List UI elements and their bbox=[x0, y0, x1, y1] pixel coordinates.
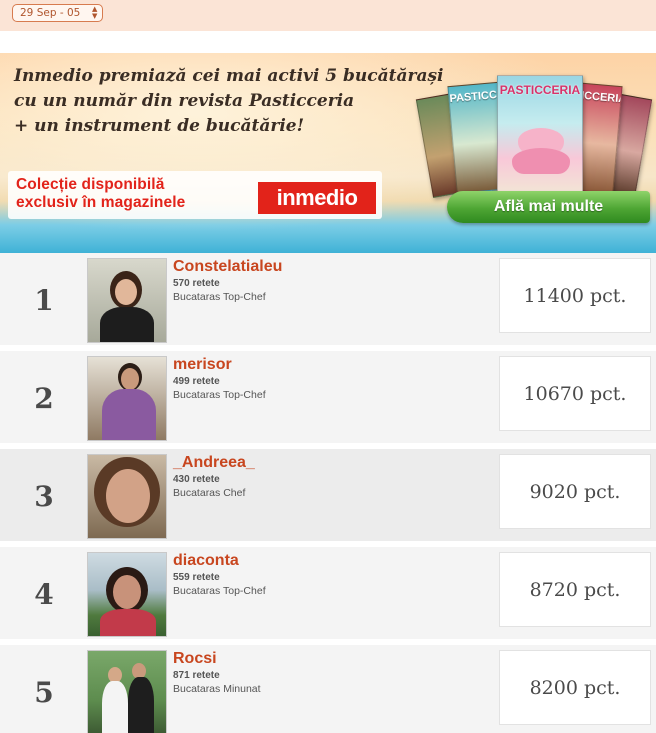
avatar[interactable] bbox=[87, 552, 167, 637]
rank-number: 5 bbox=[34, 676, 54, 709]
banner-headline-line: cu un număr din revista Pasticceria bbox=[14, 91, 355, 111]
username-link[interactable]: diaconta bbox=[173, 552, 239, 570]
avatar[interactable] bbox=[87, 258, 167, 343]
promo-banner[interactable]: Inmedio premiază cei mai activi 5 bucătă… bbox=[0, 53, 656, 253]
rank-number: 4 bbox=[34, 578, 54, 611]
select-arrows-icon: ▲ ▼ bbox=[91, 5, 98, 20]
learn-more-label: Află mai multe bbox=[493, 198, 604, 215]
ranking-row: 2 merisor 499 retete Bucataras Top-Chef … bbox=[0, 351, 656, 443]
rank-number: 2 bbox=[34, 382, 54, 415]
avatar[interactable] bbox=[87, 356, 167, 441]
ranking-row: 3 _Andreea_ 430 retete Bucataras Chef 90… bbox=[0, 449, 656, 541]
ranking-row: 4 diaconta 559 retete Bucataras Top-Chef… bbox=[0, 547, 656, 639]
learn-more-button[interactable]: Află mai multe bbox=[447, 191, 650, 223]
score-box: 10670 pct. bbox=[499, 356, 651, 431]
recipe-count: 499 retete bbox=[173, 376, 220, 387]
rank-number: 1 bbox=[34, 284, 54, 317]
rank-number: 3 bbox=[34, 480, 54, 513]
chef-level: Bucataras Top-Chef bbox=[173, 389, 266, 401]
chef-level: Bucataras Top-Chef bbox=[173, 585, 266, 597]
availability-line: Colecție disponibilă bbox=[16, 176, 165, 193]
score-box: 8720 pct. bbox=[499, 552, 651, 627]
inmedio-logo-text: inmedio bbox=[276, 185, 358, 210]
availability-line: exclusiv în magazinele bbox=[16, 194, 186, 211]
cupcake-image bbox=[512, 148, 570, 174]
week-select[interactable]: 29 Sep - 05 ▲ ▼ bbox=[12, 4, 104, 22]
avatar[interactable] bbox=[87, 454, 167, 539]
banner-headline-line: Inmedio premiază cei mai activi 5 bucătă… bbox=[14, 66, 444, 86]
week-select-value: 29 Sep - 05 bbox=[20, 7, 81, 19]
ranking-row: 1 Constelatialeu 570 retete Bucataras To… bbox=[0, 253, 656, 345]
ranking-row: 5 Rocsi 871 retete Bucataras Minunat 820… bbox=[0, 645, 656, 733]
chef-level: Bucataras Top-Chef bbox=[173, 291, 266, 303]
recipe-count: 430 retete bbox=[173, 474, 220, 485]
username-link[interactable]: Constelatialeu bbox=[173, 258, 282, 276]
score-box: 11400 pct. bbox=[499, 258, 651, 333]
inmedio-logo: inmedio bbox=[258, 182, 376, 214]
score-box: 9020 pct. bbox=[499, 454, 651, 529]
magazine-cover-front: PASTICCERIA bbox=[497, 75, 583, 195]
recipe-count: 871 retete bbox=[173, 670, 220, 681]
top-bar: 29 Sep - 05 ▲ ▼ bbox=[0, 0, 656, 31]
banner-headline-line: + un instrument de bucătărie! bbox=[14, 116, 305, 136]
avatar[interactable] bbox=[87, 650, 167, 733]
availability-box: Colecție disponibilă exclusiv în magazin… bbox=[8, 171, 382, 219]
username-link[interactable]: Rocsi bbox=[173, 650, 217, 668]
chef-level: Bucataras Chef bbox=[173, 487, 246, 499]
availability-text: Colecție disponibilă exclusiv în magazin… bbox=[16, 176, 185, 212]
username-link[interactable]: merisor bbox=[173, 356, 232, 374]
score-box: 8200 pct. bbox=[499, 650, 651, 725]
recipe-count: 570 retete bbox=[173, 278, 220, 289]
magazine-title: PASTICCERIA bbox=[499, 83, 581, 97]
username-link[interactable]: _Andreea_ bbox=[173, 454, 255, 472]
chef-level: Bucataras Minunat bbox=[173, 683, 261, 695]
recipe-count: 559 retete bbox=[173, 572, 220, 583]
banner-headline: Inmedio premiază cei mai activi 5 bucătă… bbox=[14, 64, 454, 139]
